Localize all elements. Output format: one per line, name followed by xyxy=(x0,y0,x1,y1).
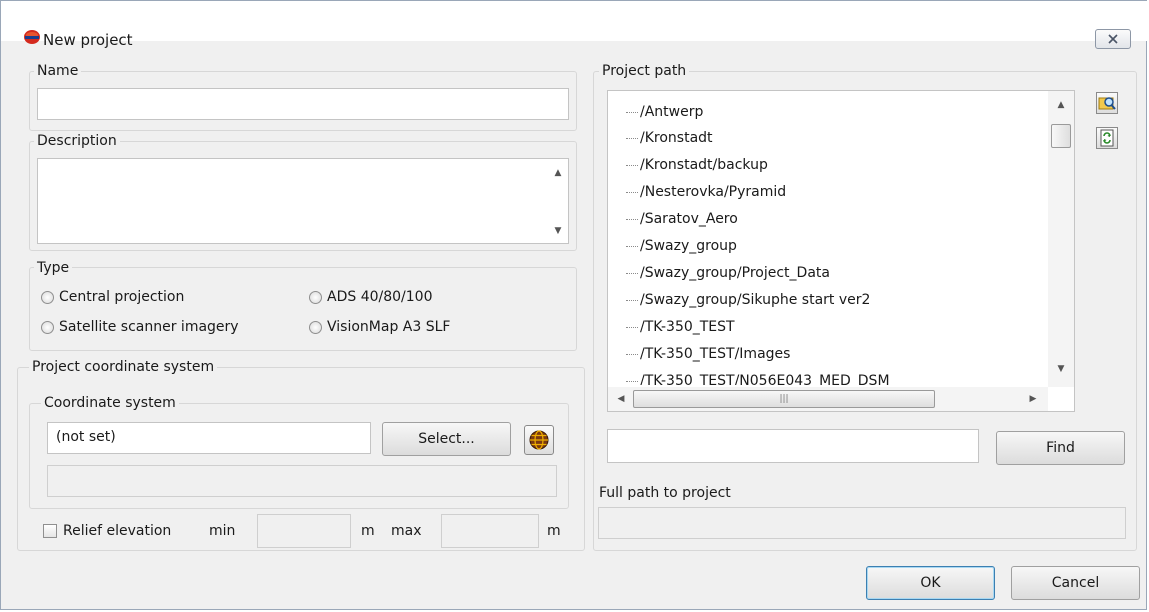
radio-label: ADS 40/80/100 xyxy=(327,289,433,305)
tree-item[interactable]: /Swazy_group xyxy=(626,233,737,259)
new-project-dialog: New project Name Description ▲ ▼ Type Ce… xyxy=(0,0,1148,610)
radio-label: Satellite scanner imagery xyxy=(59,319,239,335)
min-unit-label: m xyxy=(361,523,375,539)
browse-folder-button[interactable] xyxy=(1096,92,1118,114)
scroll-up-icon[interactable]: ▲ xyxy=(548,165,568,181)
refresh-icon xyxy=(1100,129,1114,147)
close-icon xyxy=(1108,34,1118,44)
path-search-input[interactable] xyxy=(607,429,979,463)
horizontal-scroll-thumb[interactable]: ||| xyxy=(633,390,935,408)
window-title: New project xyxy=(43,31,133,49)
max-elevation-input[interactable] xyxy=(441,514,539,548)
radio-icon xyxy=(309,290,322,304)
max-unit-label: m xyxy=(547,523,561,539)
coordinate-system-value: (not set) xyxy=(56,429,116,445)
type-label: Type xyxy=(34,259,73,277)
tree-horizontal-scrollbar[interactable]: ◀ ||| ▶ xyxy=(608,387,1048,411)
relief-elevation-label: Relief elevation xyxy=(63,523,172,539)
name-input[interactable] xyxy=(37,88,569,120)
scroll-right-icon[interactable]: ▶ xyxy=(1026,391,1040,407)
tree-item[interactable]: /TK-350_TEST/Images xyxy=(626,341,790,367)
scroll-down-icon[interactable]: ▼ xyxy=(1048,361,1074,377)
scroll-up-icon[interactable]: ▲ xyxy=(1048,97,1074,113)
project-path-label: Project path xyxy=(599,62,690,80)
min-label: min xyxy=(209,523,236,539)
radio-icon xyxy=(41,320,54,334)
coordinate-system-group-label: Project coordinate system xyxy=(29,358,218,376)
checkbox-icon xyxy=(43,524,57,538)
description-textarea[interactable]: ▲ ▼ xyxy=(37,158,569,244)
coordinate-system-details xyxy=(47,465,557,497)
select-coordinate-button[interactable]: Select... xyxy=(382,422,511,456)
tree-item[interactable]: /Antwerp xyxy=(626,99,703,125)
radio-icon xyxy=(309,320,322,334)
description-label: Description xyxy=(34,132,120,150)
description-scrollbar[interactable]: ▲ ▼ xyxy=(548,159,568,243)
name-label: Name xyxy=(34,62,82,80)
min-elevation-input[interactable] xyxy=(257,514,351,548)
browse-folder-icon xyxy=(1098,97,1116,110)
max-label: max xyxy=(391,523,422,539)
type-group xyxy=(29,267,577,351)
globe-button[interactable] xyxy=(524,425,554,455)
radio-ads[interactable]: ADS 40/80/100 xyxy=(309,289,432,305)
radio-label: VisionMap A3 SLF xyxy=(327,319,451,335)
cancel-button[interactable]: Cancel xyxy=(1011,566,1140,600)
close-button[interactable] xyxy=(1095,29,1131,49)
scroll-left-icon[interactable]: ◀ xyxy=(614,391,628,407)
tree-item[interactable]: /TK-350_TEST/N056E043_MED_DSM xyxy=(626,368,890,385)
find-button[interactable]: Find xyxy=(996,431,1125,465)
radio-central-projection[interactable]: Central projection xyxy=(41,289,184,305)
title-bar xyxy=(1,1,1148,41)
tree-item[interactable]: /Kronstadt xyxy=(626,125,713,151)
globe-icon xyxy=(529,430,549,450)
scroll-thumb[interactable] xyxy=(1051,124,1071,148)
coordinate-system-label: Coordinate system xyxy=(41,394,179,412)
radio-icon xyxy=(41,290,54,304)
coordinate-system-field: (not set) xyxy=(47,422,371,454)
tree-item[interactable]: /TK-350_TEST xyxy=(626,314,735,340)
tree-item[interactable]: /Swazy_group/Project_Data xyxy=(626,260,830,286)
refresh-button[interactable] xyxy=(1096,127,1118,149)
scroll-down-icon[interactable]: ▼ xyxy=(548,223,568,239)
full-path-field xyxy=(598,507,1126,539)
radio-label: Central projection xyxy=(59,289,185,305)
tree-list: /Antwerp /Kronstadt /Kronstadt/backup /N… xyxy=(626,97,1046,385)
tree-item[interactable]: /Kronstadt/backup xyxy=(626,152,768,178)
app-logo-icon xyxy=(24,30,40,44)
tree-item[interactable]: /Nesterovka/Pyramid xyxy=(626,179,786,205)
project-tree: /Antwerp /Kronstadt /Kronstadt/backup /N… xyxy=(607,90,1075,412)
full-path-label: Full path to project xyxy=(599,485,731,501)
radio-satellite-scanner[interactable]: Satellite scanner imagery xyxy=(41,319,239,335)
relief-elevation-checkbox[interactable]: Relief elevation xyxy=(43,523,171,539)
radio-visionmap[interactable]: VisionMap A3 SLF xyxy=(309,319,450,335)
tree-item[interactable]: /Saratov_Aero xyxy=(626,206,738,232)
tree-vertical-scrollbar[interactable]: ▲ ▼ xyxy=(1048,91,1074,387)
tree-item[interactable]: /Swazy_group/Sikuphe start ver2 xyxy=(626,287,870,313)
ok-button[interactable]: OK xyxy=(866,566,995,600)
